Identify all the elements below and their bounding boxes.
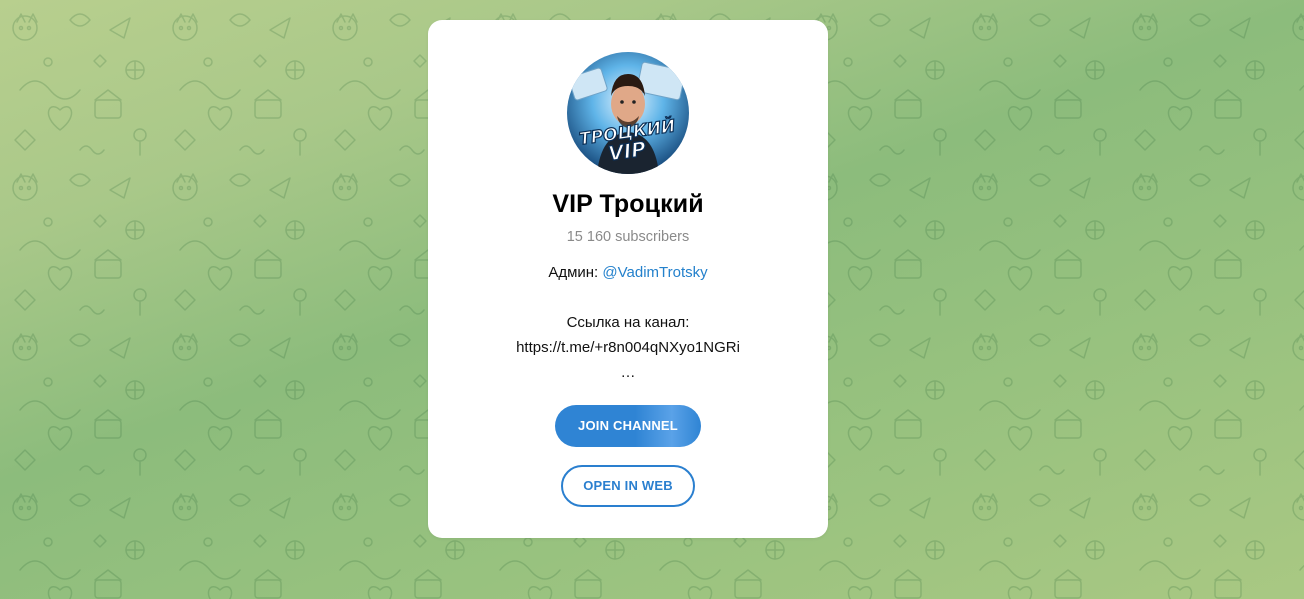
open-in-web-button[interactable]: OPEN IN WEB [561,465,695,507]
link-label: Ссылка на канал: [566,314,690,331]
admin-handle-link[interactable]: @VadimTrotsky [602,264,707,281]
channel-link-url: https://t.me/+r8n004qNXyo1NGRi [516,339,740,356]
admin-prefix: Админ: [548,264,603,281]
channel-title: VIP Троцкий [552,190,704,218]
channel-avatar: ТРОЦКИЙ VIP [567,52,689,174]
join-channel-button[interactable]: JOIN CHANNEL [555,405,701,447]
channel-card: ТРОЦКИЙ VIP VIP Троцкий 15 160 subscribe… [428,20,828,538]
subscriber-count: 15 160 subscribers [566,229,690,245]
description-ellipsis: … [620,364,636,381]
description-spacer [428,285,828,310]
admin-line: Админ: @VadimTrotsky [428,260,828,285]
channel-description: Админ: @VadimTrotsky Ссылка на канал: ht… [428,260,828,385]
